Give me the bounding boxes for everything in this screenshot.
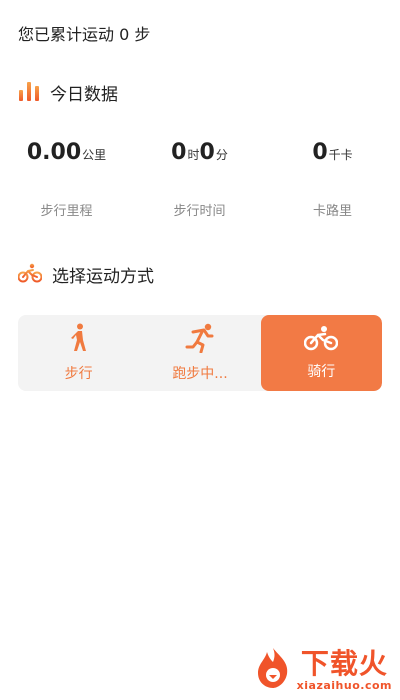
duration-hours: 0 <box>171 140 187 165</box>
calories-label: 卡路里 <box>312 204 352 219</box>
today-data-title: 今日数据 <box>50 85 118 105</box>
duration-minutes-unit: 分 <box>215 148 228 162</box>
bar-chart-icon <box>18 81 40 105</box>
watermark-logo: 下载火 xiazaihuo.com <box>253 646 392 694</box>
walking-icon <box>68 323 90 357</box>
duration-minutes: 0 <box>199 140 215 165</box>
choose-mode-title: 选择运动方式 <box>52 267 154 287</box>
duration-label: 步行时间 <box>173 204 226 219</box>
sport-mode-selector: 步行 跑步中... 骑行 <box>18 315 382 391</box>
mode-walk-button[interactable]: 步行 <box>18 315 139 391</box>
today-data-header: 今日数据 <box>18 80 118 105</box>
distance-stat: 0.00 公里 步行里程 <box>0 140 133 219</box>
running-icon <box>184 323 216 357</box>
calories-stat: 0 千卡 卡路里 <box>266 140 399 219</box>
distance-value: 0.00 <box>26 140 82 165</box>
bicycle-icon <box>17 263 43 287</box>
mode-run-button[interactable]: 跑步中... <box>139 315 260 391</box>
watermark-en: xiazaihuo.com <box>296 678 392 692</box>
calories-unit: 千卡 <box>328 148 353 162</box>
mode-ride-label: 骑行 <box>307 364 336 380</box>
choose-mode-header: 选择运动方式 <box>17 262 154 287</box>
duration-hours-unit: 时 <box>187 148 200 162</box>
total-steps-text: 您已累计运动 0 步 <box>18 25 151 44</box>
distance-unit: 公里 <box>82 148 107 162</box>
duration-stat: 0 时 0 分 步行时间 <box>133 140 266 219</box>
calories-value: 0 <box>312 140 328 165</box>
watermark-cn: 下载火 <box>300 646 388 680</box>
mode-run-label: 跑步中... <box>172 366 228 382</box>
mode-ride-button[interactable]: 骑行 <box>260 315 382 391</box>
mode-walk-label: 步行 <box>64 366 93 382</box>
bicycle-icon <box>304 325 339 355</box>
flame-icon <box>253 646 293 694</box>
distance-label: 步行里程 <box>40 204 93 219</box>
